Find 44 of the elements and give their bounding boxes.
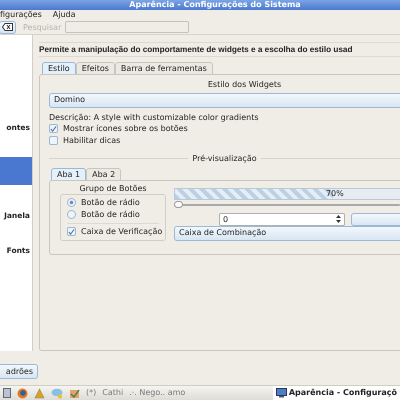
spin-box[interactable]: 0 xyxy=(219,212,345,226)
push-button[interactable] xyxy=(351,212,400,226)
defaults-button[interactable]: adrões xyxy=(0,364,38,379)
preview-title: Pré-visualização xyxy=(192,154,257,162)
checkbox-label: Habilitar dicas xyxy=(63,136,120,146)
menu-item[interactable]: figurações xyxy=(0,10,42,20)
tab[interactable]: Efeitos xyxy=(76,62,115,74)
radio-label: Botão de rádio xyxy=(81,198,140,208)
combo-box[interactable]: Caixa de Combinação xyxy=(174,226,400,240)
app-icon[interactable] xyxy=(69,388,80,398)
style-description: Descrição: A style with customizable color gradients xyxy=(49,112,260,122)
desktop-icon[interactable] xyxy=(3,388,11,398)
checkbox[interactable] xyxy=(67,227,76,236)
chat-icon[interactable] xyxy=(51,388,63,398)
tab[interactable]: Barra de ferramentas xyxy=(114,62,213,74)
radio-button[interactable] xyxy=(67,198,76,207)
app-icon[interactable] xyxy=(34,388,45,398)
browser-icon[interactable] xyxy=(17,388,28,398)
radio-label: Botão de rádio xyxy=(81,210,140,220)
clear-button[interactable] xyxy=(0,20,16,34)
group-title: Grupo de Botões xyxy=(78,184,148,194)
checkbox[interactable] xyxy=(49,136,58,145)
search-label: Pesquisar xyxy=(23,22,62,32)
taskbar-item[interactable]: Aparência - Configuraçõ xyxy=(272,386,400,400)
style-combo[interactable]: Domino xyxy=(49,92,400,108)
group-title: Estilo dos Widgets xyxy=(206,78,282,91)
spin-arrows-icon xyxy=(336,215,341,223)
checkbox-label: Mostrar ícones sobre os botões xyxy=(63,124,188,134)
clear-icon xyxy=(2,23,13,31)
tab[interactable]: Aba 2 xyxy=(86,168,122,180)
taskbar-item[interactable]: (*) xyxy=(86,388,96,398)
taskbar-item[interactable]: Cathi xyxy=(102,388,124,398)
tab[interactable]: Aba 1 xyxy=(51,168,86,180)
checkbox-label: Caixa de Verificação xyxy=(81,226,162,236)
window-title: Aparência - Configurações do Sistema xyxy=(129,0,301,10)
menu-item[interactable]: Ajuda xyxy=(52,10,76,20)
progress-reading: 70% xyxy=(326,188,344,198)
radio-button[interactable] xyxy=(67,210,76,219)
slider-handle[interactable] xyxy=(174,200,183,208)
description-header: Permite a manipulação do comportamente de widgets e a escolha do estilo usad xyxy=(39,42,400,56)
monitor-icon xyxy=(276,388,287,398)
checkbox[interactable] xyxy=(49,124,58,133)
taskbar-item[interactable]: .·. Nego.. amo xyxy=(129,388,186,398)
tab[interactable]: Estilo xyxy=(42,62,76,74)
